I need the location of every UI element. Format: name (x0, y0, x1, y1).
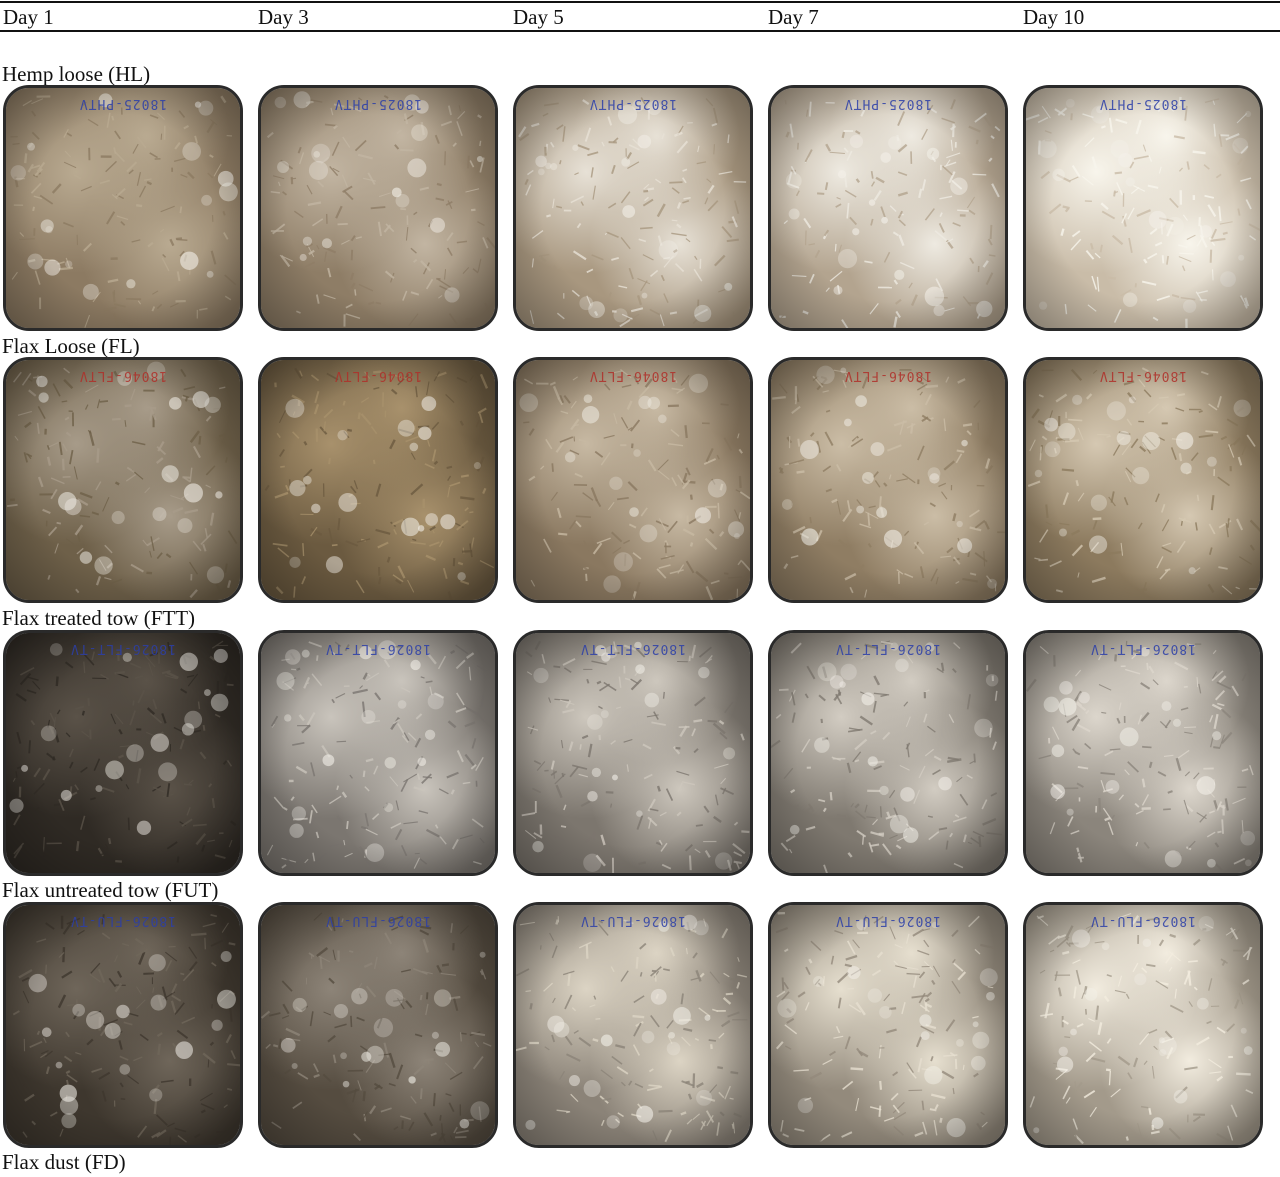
plate-image: 18026-FLT-TV (258, 630, 498, 876)
plate-handwritten-label: 18026-FLT-TV (325, 641, 431, 656)
plate-image: 18026-FLU-TV (513, 902, 753, 1148)
plate-handwritten-label: 18025-PHTV (1098, 96, 1188, 111)
plate-image: 18026-FLT-TV (513, 630, 753, 876)
plate-image: 18046-FLTV (1023, 357, 1263, 603)
plate-handwritten-label: 18025-PHTV (843, 96, 933, 111)
plate-image: 18046-FLTV (513, 357, 753, 603)
plate-handwritten-label: 18046-FLTV (1098, 368, 1188, 383)
plate-handwritten-label: 18026-FLU-TV (1090, 913, 1196, 928)
plate-handwritten-label: 18046-FLTV (588, 368, 678, 383)
plate-image: 18026-FLT-TV (768, 630, 1008, 876)
plate-handwritten-label: 18046-FLTV (333, 368, 423, 383)
table-top-rule (0, 1, 1280, 3)
row-label: Hemp loose (HL) (2, 62, 151, 86)
plate-handwritten-label: 18026-FLU-TV (325, 913, 431, 928)
plate-handwritten-label: 18046-FLTV (843, 368, 933, 383)
plate-image: 18026-FLU-TV (258, 902, 498, 1148)
plate-handwritten-label: 18026-FLU-TV (70, 913, 176, 928)
plate-image: 18026-FLU-TV (3, 902, 243, 1148)
plate-handwritten-label: 18026-FLU-TV (835, 913, 941, 928)
plate-image: 18026-FLT-TV (1023, 630, 1263, 876)
plate-image: 18026-FLU-TV (768, 902, 1008, 1148)
column-header-day: Day 5 (513, 5, 564, 29)
plate-image: 18025-PHTV (1023, 85, 1263, 331)
plate-image: 18025-PHTV (3, 85, 243, 331)
table-header-rule (0, 30, 1280, 32)
plate-handwritten-label: 18046-FLTV (78, 368, 168, 383)
plate-handwritten-label: 18026-FLU-TV (580, 913, 686, 928)
row-label: Flax Loose (FL) (2, 334, 140, 358)
plate-image: 18046-FLTV (768, 357, 1008, 603)
row-label: Flax treated tow (FTT) (2, 606, 196, 630)
column-header-day: Day 3 (258, 5, 309, 29)
plate-handwritten-label: 18026-FLT-TV (70, 641, 176, 656)
plate-handwritten-label: 18026-FLT-TV (835, 641, 941, 656)
plate-handwritten-label: 18025-PHTV (78, 96, 168, 111)
plate-image: 18025-PHTV (258, 85, 498, 331)
plate-image: 18046-FLTV (258, 357, 498, 603)
plate-image: 18025-PHTV (513, 85, 753, 331)
plate-image: 18026-FLT-TV (3, 630, 243, 876)
column-header-day: Day 10 (1023, 5, 1085, 29)
plate-handwritten-label: 18026-FLT-TV (1090, 641, 1196, 656)
column-header-day: Day 1 (3, 5, 54, 29)
plate-image: 18025-PHTV (768, 85, 1008, 331)
plate-handwritten-label: 18025-PHTV (588, 96, 678, 111)
row-label: Flax untreated tow (FUT) (2, 878, 219, 902)
plate-handwritten-label: 18026-FLT-TV (580, 641, 686, 656)
plate-handwritten-label: 18025-PHTV (333, 96, 423, 111)
plate-image: 18046-FLTV (3, 357, 243, 603)
footer-row-label: Flax dust (FD) (2, 1150, 126, 1174)
plate-image: 18026-FLU-TV (1023, 902, 1263, 1148)
column-header-day: Day 7 (768, 5, 819, 29)
